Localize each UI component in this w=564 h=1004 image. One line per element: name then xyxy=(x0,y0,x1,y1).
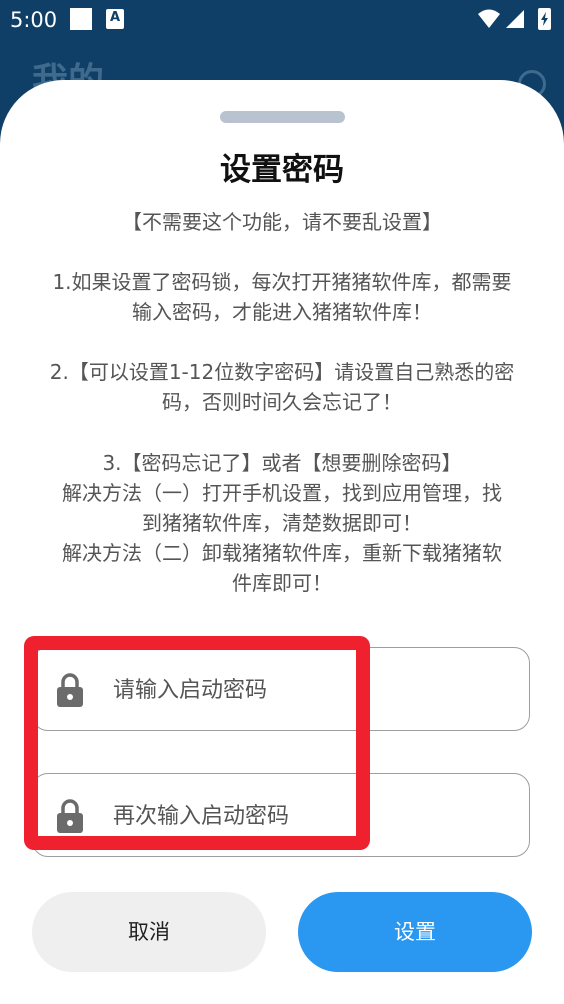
instruction-1: 1.如果设置了密码锁，每次打开猪猪软件库，都需要 输入密码，才能进入猪猪软件库！ xyxy=(52,270,512,324)
drag-handle[interactable] xyxy=(220,111,345,123)
confirm-password-field[interactable] xyxy=(32,773,530,857)
set-password-button[interactable]: 设置 xyxy=(298,892,532,972)
lock-icon xyxy=(57,799,83,833)
wifi-icon xyxy=(478,9,500,28)
screen: 5:00 A 我的 设置密码 【不需要这个功能，请不要乱设置】 1.如果设置了密… xyxy=(0,0,564,1004)
instruction-3: 3.【密码忘记了】或者【想要删除密码】 解决方法（一）打开手机设置，找到应用管理… xyxy=(62,451,502,595)
warning-text: 【不需要这个功能，请不要乱设置】 xyxy=(122,210,442,234)
password-field[interactable] xyxy=(32,647,530,731)
confirm-password-input[interactable] xyxy=(113,794,513,838)
signal-icon xyxy=(506,10,524,28)
a-notification-icon: A xyxy=(106,9,124,29)
password-bottom-sheet: 设置密码 【不需要这个功能，请不要乱设置】 1.如果设置了密码锁，每次打开猪猪软… xyxy=(0,80,564,1004)
lock-icon xyxy=(57,673,83,707)
password-input[interactable] xyxy=(113,668,513,712)
status-bar: 5:00 A xyxy=(0,0,564,40)
cancel-button[interactable]: 取消 xyxy=(32,892,266,972)
dialog-title: 设置密码 xyxy=(220,152,344,188)
square-icon xyxy=(70,8,92,30)
status-icons xyxy=(478,8,551,30)
instruction-2: 2.【可以设置1-12位数字密码】请设置自己熟悉的密 码，否则时间久会忘记了！ xyxy=(49,360,515,414)
status-time: 5:00 xyxy=(10,8,58,32)
